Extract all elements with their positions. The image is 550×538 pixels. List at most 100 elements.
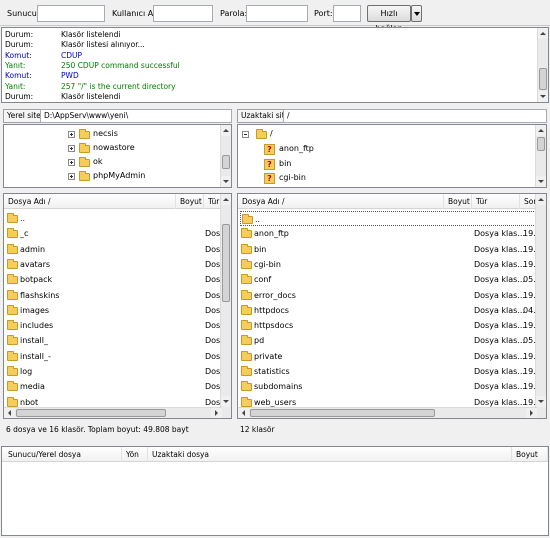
port-input[interactable] bbox=[333, 5, 361, 22]
scroll-down-arrow-icon[interactable] bbox=[536, 396, 546, 407]
folder-icon bbox=[7, 243, 18, 254]
scroll-down-arrow-icon[interactable] bbox=[221, 176, 231, 187]
scroll-up-arrow-icon[interactable] bbox=[221, 194, 231, 205]
scroll-thumb[interactable] bbox=[16, 409, 166, 417]
expand-icon[interactable] bbox=[68, 145, 75, 152]
file-name: images bbox=[20, 305, 50, 315]
transfer-queue: Sunucu/Yerel dosya Yön Uzaktaki dosya Bo… bbox=[1, 446, 549, 536]
log-entry: Komut: CDUP bbox=[5, 51, 82, 61]
tree-item-label: nowastore bbox=[93, 143, 135, 152]
list-item[interactable]: cgi-bin Dosya klas... 19.0 bbox=[240, 257, 541, 272]
column-header-type[interactable]: Tür bbox=[472, 194, 520, 209]
list-item[interactable]: includes Dosy bbox=[6, 318, 225, 333]
list-item[interactable]: .. bbox=[240, 211, 536, 226]
expand-icon[interactable] bbox=[68, 159, 75, 166]
scroll-down-arrow-icon[interactable] bbox=[538, 91, 548, 102]
list-item[interactable]: botpack Dosy bbox=[6, 272, 225, 287]
column-header-size[interactable]: Boyut bbox=[512, 447, 548, 462]
column-header-remote-file[interactable]: Uzaktaki dosya bbox=[148, 447, 512, 462]
tree-item[interactable]: necsis bbox=[68, 127, 218, 141]
list-item[interactable]: log Dosy bbox=[6, 364, 225, 379]
scroll-up-arrow-icon[interactable] bbox=[221, 125, 231, 136]
host-label: Sunucu: bbox=[7, 9, 40, 18]
column-header-size[interactable]: Boyut bbox=[444, 194, 472, 209]
expand-icon[interactable] bbox=[68, 173, 75, 180]
remote-status-text: 12 klasör bbox=[237, 422, 547, 438]
collapse-icon[interactable] bbox=[242, 131, 249, 138]
scroll-thumb[interactable] bbox=[222, 224, 230, 302]
local-path-input[interactable]: D:\AppServ\www\yeni\ bbox=[40, 109, 232, 123]
list-item[interactable]: install_ Dosy bbox=[6, 333, 225, 348]
list-item[interactable]: flashskins Dosy bbox=[6, 288, 225, 303]
list-item[interactable]: pd Dosya klas... 05.0 bbox=[240, 333, 541, 348]
scroll-down-arrow-icon[interactable] bbox=[221, 396, 231, 407]
local-list-scrollbar[interactable] bbox=[220, 194, 231, 418]
file-name: anon_ftp bbox=[254, 229, 289, 239]
list-item[interactable]: install_- Dosy bbox=[6, 349, 225, 364]
tree-item[interactable]: ? cgi-bin bbox=[264, 171, 414, 185]
scroll-thumb[interactable] bbox=[250, 409, 435, 417]
local-list-hscrollbar[interactable] bbox=[4, 407, 222, 418]
password-label: Parola: bbox=[220, 9, 248, 18]
log-scrollbar[interactable] bbox=[537, 28, 548, 102]
column-header-name[interactable]: Dosya Adı / bbox=[238, 194, 444, 209]
list-item[interactable]: conf Dosya klas... 05.0 bbox=[240, 272, 541, 287]
list-item[interactable]: error_docs Dosya klas... 19.0 bbox=[240, 288, 541, 303]
scroll-left-arrow-icon[interactable] bbox=[238, 408, 249, 418]
scroll-left-arrow-icon[interactable] bbox=[4, 408, 15, 418]
column-header-size[interactable]: Boyut bbox=[176, 194, 204, 209]
unknown-folder-icon: ? bbox=[264, 144, 275, 155]
quickconnect-history-dropdown[interactable] bbox=[411, 5, 422, 22]
folder-icon bbox=[79, 143, 90, 153]
tree-item[interactable]: ? bin bbox=[264, 157, 414, 171]
folder-icon bbox=[241, 350, 252, 361]
list-item[interactable]: avatars Dosy bbox=[6, 257, 225, 272]
scroll-thumb[interactable] bbox=[537, 137, 545, 151]
list-item[interactable]: httpdocs Dosya klas... 04.0 bbox=[240, 303, 541, 318]
list-item[interactable]: statistics Dosya klas... 19.0 bbox=[240, 364, 541, 379]
tree-item-root[interactable]: / bbox=[242, 127, 442, 141]
remote-list-hscrollbar[interactable] bbox=[238, 407, 537, 418]
column-header-direction[interactable]: Yön bbox=[122, 447, 148, 462]
list-item[interactable]: anon_ftp Dosya klas... 19.0 bbox=[240, 226, 541, 241]
list-item[interactable]: subdomains Dosya klas... 19.0 bbox=[240, 379, 541, 394]
tree-item[interactable]: ok bbox=[68, 155, 218, 169]
tree-item-label: ok bbox=[93, 157, 103, 166]
remote-path-input[interactable]: / bbox=[283, 109, 547, 123]
expand-icon[interactable] bbox=[68, 131, 75, 138]
tree-item[interactable]: phpMyAdmin bbox=[68, 169, 218, 183]
scroll-thumb[interactable] bbox=[539, 68, 547, 90]
list-item[interactable]: images Dosy bbox=[6, 303, 225, 318]
list-item[interactable]: httpsdocs Dosya klas... 19.0 bbox=[240, 318, 541, 333]
file-type: Dosya klas... bbox=[474, 351, 525, 361]
scroll-down-arrow-icon[interactable] bbox=[536, 176, 546, 187]
scroll-up-arrow-icon[interactable] bbox=[536, 125, 546, 136]
list-item[interactable]: bin Dosya klas... 19.0 bbox=[240, 242, 541, 257]
file-type: Dosya klas... bbox=[474, 305, 525, 315]
password-input[interactable] bbox=[246, 5, 308, 22]
scroll-thumb[interactable] bbox=[222, 155, 230, 169]
tree-item[interactable]: nowastore bbox=[68, 141, 218, 155]
host-input[interactable] bbox=[37, 5, 105, 22]
list-item[interactable]: .. bbox=[6, 211, 220, 226]
list-item[interactable]: admin Dosy bbox=[6, 242, 225, 257]
folder-icon bbox=[241, 228, 252, 239]
column-header-source[interactable]: Sunucu/Yerel dosya bbox=[4, 447, 122, 462]
list-item[interactable]: _c Dosy bbox=[6, 226, 225, 241]
tree-item[interactable]: ? anon_ftp bbox=[264, 142, 414, 156]
list-item[interactable]: private Dosya klas... 19.0 bbox=[240, 349, 541, 364]
scroll-up-arrow-icon[interactable] bbox=[538, 28, 548, 39]
local-tree-scrollbar[interactable] bbox=[220, 125, 231, 187]
column-header-name[interactable]: Dosya Adı / bbox=[4, 194, 176, 209]
remote-tree-scrollbar[interactable] bbox=[535, 125, 546, 187]
scroll-up-arrow-icon[interactable] bbox=[536, 194, 546, 205]
username-input[interactable] bbox=[153, 5, 213, 22]
scroll-right-arrow-icon[interactable] bbox=[526, 408, 537, 418]
tree-item-label: anon_ftp bbox=[279, 144, 314, 153]
folder-icon bbox=[7, 274, 18, 285]
quickconnect-button[interactable]: Hızlı bağlan bbox=[367, 5, 411, 33]
list-item[interactable]: media Dosy bbox=[6, 379, 225, 394]
remote-list-scrollbar[interactable] bbox=[535, 194, 546, 418]
scroll-right-arrow-icon[interactable] bbox=[211, 408, 222, 418]
log-entry-message: Klasör listesi alınıyor... bbox=[61, 40, 145, 50]
